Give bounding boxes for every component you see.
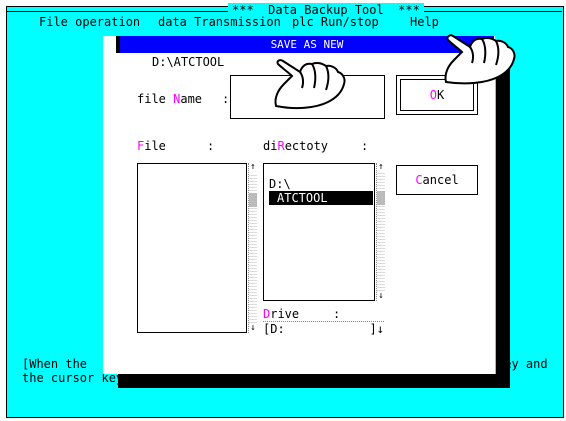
scroll-down-icon[interactable]: ↓ — [249, 324, 257, 333]
file-name-input[interactable] — [230, 75, 385, 119]
file-name-colon: : — [222, 92, 230, 106]
directory-list[interactable]: D:\ ATCTOOL — [263, 163, 375, 301]
menu-help[interactable]: Help — [410, 15, 439, 29]
hint-line-1-left: [When the — [22, 357, 88, 371]
directory-item-selected[interactable]: ATCTOOL — [269, 191, 373, 205]
directory-item[interactable]: D:\ — [269, 177, 291, 191]
drive-dropdown-icon[interactable]: ]↓ — [370, 322, 384, 336]
dialog-shadow-right — [496, 58, 510, 388]
dialog-shadow-bottom — [118, 374, 510, 388]
scroll-down-icon[interactable]: ↓ — [377, 292, 385, 301]
directory-list-scrollbar[interactable]: ↑ ↓ — [376, 163, 385, 301]
drive-label: Drive — [263, 307, 300, 321]
scroll-up-icon[interactable]: ↑ — [377, 163, 385, 172]
scroll-thumb[interactable] — [377, 191, 385, 205]
directory-list-colon: : — [361, 139, 369, 153]
ok-button[interactable]: O K — [396, 75, 478, 115]
file-list-colon: : — [207, 139, 215, 153]
drive-value: [D: — [263, 322, 285, 336]
menu-data-transmission[interactable]: data Transmission — [158, 15, 281, 29]
file-list-scrollbar[interactable]: ↑ ↓ — [248, 163, 257, 333]
file-name-label: file Name — [137, 92, 203, 106]
current-path: D:\ATCTOOL — [152, 55, 225, 69]
cancel-hotkey: C — [415, 173, 423, 187]
drive-colon: : — [333, 307, 341, 321]
menu-file-operation[interactable]: File operation — [39, 15, 140, 29]
ok-hotkey: O — [429, 88, 437, 102]
menu-plc-run-stop[interactable]: plc Run/stop — [292, 15, 379, 29]
scroll-up-icon[interactable]: ↑ — [249, 163, 257, 172]
file-list[interactable] — [137, 163, 247, 333]
cancel-button[interactable]: Cancel — [396, 165, 478, 195]
ok-label: K — [437, 88, 445, 102]
drive-select[interactable]: [D: ]↓ — [263, 321, 384, 336]
directory-list-label: diRectoty — [263, 139, 329, 153]
cancel-label: ancel — [422, 173, 459, 187]
file-list-label: File — [137, 139, 166, 153]
scroll-thumb[interactable] — [249, 193, 257, 207]
dialog-title: SAVE AS NEW — [270, 38, 344, 51]
